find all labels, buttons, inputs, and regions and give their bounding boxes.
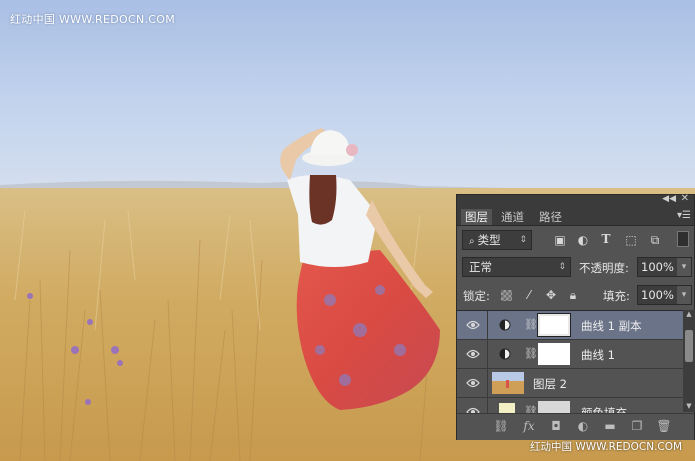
adjustment-filter-icon[interactable]: ◐ (575, 232, 591, 248)
link-icon[interactable]: ⛓︎ (524, 405, 538, 413)
lock-label: 锁定: (463, 289, 490, 303)
close-icon[interactable]: ✕ (681, 193, 689, 204)
layer-name[interactable]: 颜色填充 (581, 405, 627, 413)
scroll-thumb[interactable] (685, 330, 693, 362)
new-group-icon[interactable]: ▬ (602, 418, 618, 434)
layer-name[interactable]: 曲线 1 副本 (581, 318, 642, 334)
eye-icon[interactable] (466, 348, 480, 360)
layer-mask-thumbnail[interactable] (537, 313, 571, 337)
panel-tabs: 图层 通道 路径 ▾☰ (457, 207, 694, 226)
delete-icon[interactable]: 🗑︎ (656, 418, 672, 434)
layers-list: ⛓︎ 曲线 1 副本 ⛓︎ 曲线 1 图层 2 ⛓︎ 颜色填充 (457, 310, 683, 413)
layer-mask-thumbnail[interactable] (538, 343, 570, 365)
shape-filter-icon[interactable]: ⬚ (623, 232, 639, 248)
smart-object-filter-icon[interactable]: ⧉ (647, 232, 663, 248)
link-layers-icon[interactable]: ⛓︎ (493, 418, 509, 434)
eye-icon[interactable] (466, 377, 480, 389)
lock-pixels-icon[interactable]: ⁄ (521, 287, 537, 303)
chevron-down-icon[interactable]: ▾ (677, 258, 691, 276)
opacity-value: 100% (641, 260, 674, 274)
image-filter-icon[interactable]: ▣ (552, 232, 568, 248)
opacity-field[interactable]: 100% ▾ (637, 257, 692, 277)
lock-all-icon[interactable]: 🔒︎ (565, 287, 581, 303)
layers-panel: ◀◀ ✕ 图层 通道 路径 ▾☰ ⌕ 类型 ⇕ ▣ ◐ T ⬚ ⧉ 正常 ⇕ 不透… (456, 193, 695, 440)
watermark-top: 红动中国 WWW.REDOCN.COM (10, 13, 176, 26)
fill-label: 填充: (603, 289, 630, 303)
collapse-icon[interactable]: ◀◀ (662, 194, 676, 204)
blend-mode-value: 正常 (469, 260, 492, 274)
eye-icon[interactable] (466, 319, 480, 331)
link-icon[interactable]: ⛓︎ (524, 347, 538, 360)
panel-title-bar: ◀◀ ✕ (457, 193, 694, 207)
watermark-bottom: 红动中国 WWW.REDOCN.COM (530, 441, 683, 453)
fill-value: 100% (641, 288, 674, 302)
filter-kind-dropdown[interactable]: ⌕ 类型 ⇕ (462, 230, 532, 250)
add-mask-icon[interactable]: ◘ (548, 418, 564, 434)
new-layer-icon[interactable]: ❐ (629, 418, 645, 434)
filter-toggle[interactable] (677, 231, 689, 247)
tab-layers[interactable]: 图层 (461, 209, 492, 225)
layers-scrollbar[interactable]: ▲ ▼ (683, 310, 695, 412)
panel-menu-icon[interactable]: ▾☰ (677, 210, 691, 221)
fill-color-thumbnail[interactable] (499, 403, 515, 413)
lock-transparency-icon[interactable] (501, 290, 512, 301)
blend-mode-dropdown[interactable]: 正常 ⇕ (462, 257, 571, 277)
filter-kind-value: 类型 (477, 233, 501, 247)
opacity-label: 不透明度: (579, 261, 629, 275)
chevron-down-icon[interactable]: ▾ (677, 286, 691, 304)
layer-name[interactable]: 图层 2 (533, 376, 567, 392)
chevron-updown-icon: ⇕ (519, 235, 527, 245)
layer-row-curves-1-copy[interactable]: ⛓︎ 曲线 1 副本 (457, 311, 683, 340)
tab-channels[interactable]: 通道 (497, 209, 528, 225)
eye-icon[interactable] (466, 406, 480, 413)
search-icon: ⌕ (469, 236, 475, 247)
layer-mask-thumbnail[interactable] (538, 401, 570, 413)
layer-row-layer-2[interactable]: 图层 2 (457, 369, 683, 398)
curves-adjustment-icon (499, 348, 511, 360)
tab-paths[interactable]: 路径 (535, 209, 566, 225)
lock-position-icon[interactable]: ✥ (543, 287, 559, 303)
link-icon[interactable]: ⛓︎ (524, 318, 538, 331)
curves-adjustment-icon (499, 319, 511, 331)
layer-thumbnail[interactable] (492, 372, 524, 394)
scroll-up-icon[interactable]: ▲ (683, 310, 695, 320)
chevron-updown-icon: ⇕ (558, 262, 566, 272)
fill-field[interactable]: 100% ▾ (637, 285, 692, 305)
layer-name[interactable]: 曲线 1 (581, 347, 615, 363)
layer-row-curves-1[interactable]: ⛓︎ 曲线 1 (457, 340, 683, 369)
new-adjustment-icon[interactable]: ◐ (575, 418, 591, 434)
type-filter-icon[interactable]: T (598, 231, 614, 247)
fx-icon[interactable]: fx (521, 418, 537, 434)
layer-row-color-fill[interactable]: ⛓︎ 颜色填充 (457, 398, 683, 413)
scroll-down-icon[interactable]: ▼ (683, 402, 695, 412)
panel-bottom-bar: ⛓︎ fx ◘ ◐ ▬ ❐ 🗑︎ (457, 413, 694, 440)
